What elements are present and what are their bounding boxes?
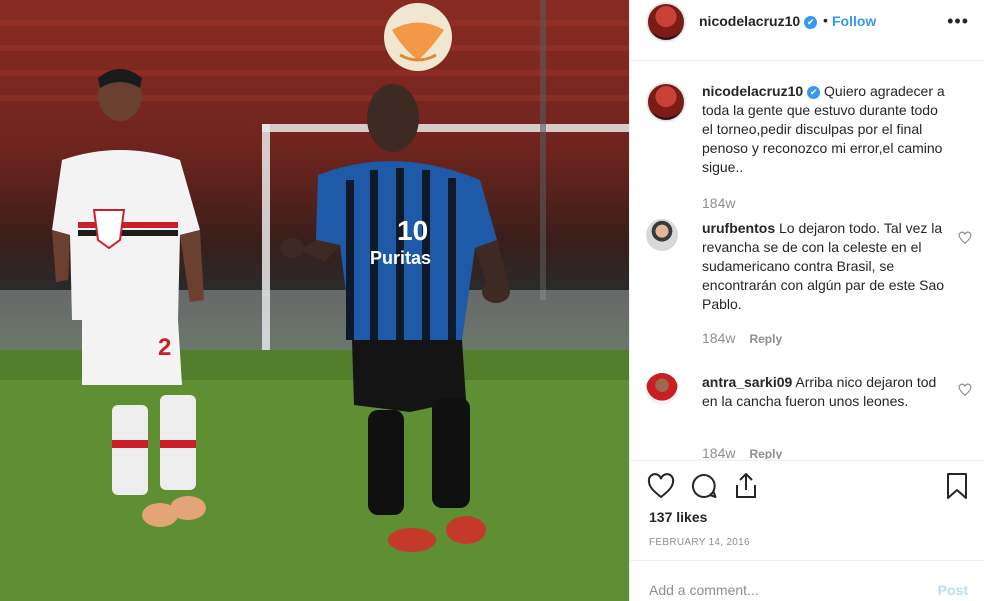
like-comment-heart-icon[interactable] xyxy=(958,383,972,397)
post-header: nicodelacruz10 ✔ • Follow ••• xyxy=(630,0,984,44)
post-side-panel: nicodelacruz10 ✔ • Follow ••• nicodelacru… xyxy=(629,0,984,601)
post-comment-button[interactable]: Post xyxy=(938,582,968,598)
author-avatar[interactable] xyxy=(646,2,686,42)
comments-list[interactable]: nicodelacruz10 ✔ Quiero agradecer a toda … xyxy=(630,60,984,459)
verified-badge-icon: ✔ xyxy=(804,16,818,29)
post-date[interactable]: FEBRUARY 14, 2016 xyxy=(649,537,750,548)
caption-body: nicodelacruz10 ✔ Quiero agradecer a toda … xyxy=(702,82,952,177)
header-separator: • xyxy=(823,12,828,28)
author-username-link[interactable]: nicodelacruz10 ✔ xyxy=(699,13,818,29)
caption-timestamp[interactable]: 184w xyxy=(702,195,735,211)
photo-scene: 2 10 Puritas xyxy=(0,0,629,601)
comment-bubble-icon[interactable] xyxy=(689,471,719,501)
more-options-icon[interactable]: ••• xyxy=(947,11,969,32)
like-comment-heart-icon[interactable] xyxy=(958,231,972,245)
follow-button[interactable]: Follow xyxy=(832,13,876,29)
reply-button[interactable]: Reply xyxy=(749,447,782,459)
commenter-avatar[interactable] xyxy=(646,219,678,251)
commenter-avatar[interactable] xyxy=(646,373,678,405)
composer-divider xyxy=(630,560,984,561)
soccer-ball xyxy=(384,3,452,71)
comment-body: antra_sarki09 Arriba nico dejaron tod en… xyxy=(702,373,952,411)
likes-count[interactable]: 137 likes xyxy=(649,509,707,525)
comment-meta: 184w Reply xyxy=(702,330,782,346)
comment-meta: 184w Reply xyxy=(702,445,782,459)
caption-username-link[interactable]: nicodelacruz10 xyxy=(702,83,803,99)
comment-body: urufbentos Lo dejaron todo. Tal vez la r… xyxy=(702,219,952,314)
svg-text:10: 10 xyxy=(397,215,428,246)
verified-badge-icon: ✔ xyxy=(807,86,821,99)
share-icon[interactable] xyxy=(731,471,761,501)
svg-text:2: 2 xyxy=(158,334,171,361)
save-bookmark-icon[interactable] xyxy=(942,471,972,501)
post-actions-bar xyxy=(630,461,984,509)
add-comment-input[interactable]: Add a comment... xyxy=(649,582,759,598)
svg-text:Puritas: Puritas xyxy=(370,248,431,268)
like-heart-icon[interactable] xyxy=(646,471,676,501)
comment-username-link[interactable]: urufbentos xyxy=(702,220,775,236)
reply-button[interactable]: Reply xyxy=(749,332,782,346)
comment-timestamp[interactable]: 184w xyxy=(702,330,735,346)
comment-timestamp[interactable]: 184w xyxy=(702,445,735,459)
caption-avatar[interactable] xyxy=(646,82,686,122)
comment-username-link[interactable]: antra_sarki09 xyxy=(702,374,792,390)
post-photo[interactable]: 2 10 Puritas xyxy=(0,0,629,601)
